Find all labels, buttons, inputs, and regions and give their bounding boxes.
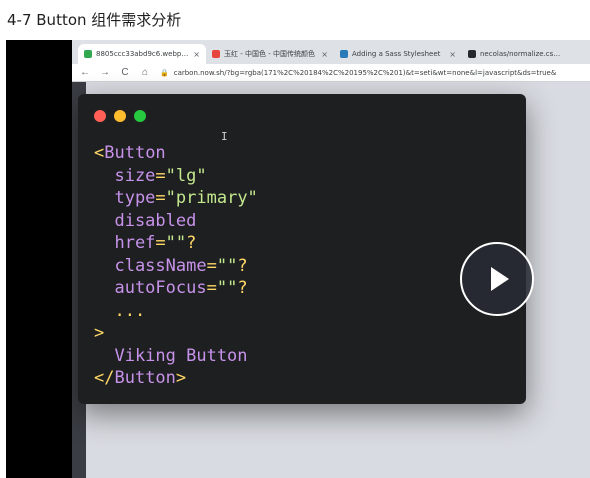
- browser-tab[interactable]: 玉红 - 中国色 - 中国传统颜色 ×: [206, 44, 334, 64]
- code-token: Viking Button: [94, 345, 248, 366]
- code-block: <Button size="lg" type="primary" disable…: [94, 142, 258, 390]
- code-line: href=""?: [94, 232, 258, 255]
- code-token: =: [155, 165, 166, 186]
- page-title: 4-7 Button 组件需求分析: [0, 0, 590, 38]
- code-token: ...: [94, 300, 146, 321]
- code-token: Button: [104, 143, 166, 163]
- back-icon[interactable]: ←: [80, 67, 90, 78]
- text-cursor-icon: I: [221, 130, 228, 143]
- home-icon[interactable]: ⌂: [140, 67, 150, 78]
- browser-toolbar: ← → C ⌂ 🔒 carbon.now.sh/?bg=rgba(171%2C%…: [72, 64, 590, 82]
- code-token: =: [155, 233, 166, 253]
- code-token: Button: [114, 368, 176, 388]
- forward-icon[interactable]: →: [100, 67, 110, 78]
- code-token: =: [155, 188, 166, 208]
- lock-icon: 🔒: [160, 68, 169, 77]
- video-player[interactable]: 8805ccc33abd9c6.webp (82…×玉红 - 中国色 - 中国传…: [6, 40, 590, 478]
- play-button[interactable]: [460, 242, 534, 316]
- address-bar[interactable]: 🔒 carbon.now.sh/?bg=rgba(171%2C%20184%2C…: [160, 69, 556, 77]
- code-token: className: [94, 255, 207, 276]
- code-token: =: [206, 278, 217, 298]
- tab-label: Adding a Sass Stylesheet: [352, 50, 441, 58]
- code-token: type: [94, 188, 156, 208]
- code-token: autoFocus: [94, 278, 207, 298]
- maximize-dot-icon: [134, 110, 146, 122]
- code-line: <Button: [94, 142, 258, 165]
- code-token: >: [175, 368, 187, 388]
- code-line: >: [94, 322, 258, 345]
- browser-tab[interactable]: 8805ccc33abd9c6.webp (82… ×: [78, 44, 206, 64]
- code-token: "": [165, 233, 187, 253]
- code-token: "primary": [165, 188, 258, 208]
- browser-tab[interactable]: Adding a Sass Stylesheet ×: [334, 44, 462, 64]
- favicon-icon: [340, 50, 348, 58]
- favicon-icon: [468, 50, 476, 58]
- minimize-dot-icon: [114, 110, 126, 122]
- code-token: disabled: [94, 210, 197, 231]
- code-line: ...: [94, 300, 258, 323]
- url-text: carbon.now.sh/?bg=rgba(171%2C%20184%2C%2…: [173, 68, 557, 77]
- code-line: className=""?: [94, 255, 258, 278]
- code-token: <: [94, 143, 105, 163]
- tab-label: necolas/normalize.cs…: [480, 50, 561, 58]
- code-token: ?: [237, 278, 248, 298]
- code-token: </: [94, 368, 115, 388]
- code-token: href: [94, 233, 156, 253]
- tab-label: 玉红 - 中国色 - 中国传统颜色: [224, 50, 315, 58]
- code-line: type="primary": [94, 187, 258, 210]
- code-line: autoFocus=""?: [94, 277, 258, 300]
- code-token: "": [216, 255, 238, 276]
- tab-label: 8805ccc33abd9c6.webp (82…: [96, 50, 189, 58]
- code-line: size="lg": [94, 165, 258, 188]
- tab-bar: 8805ccc33abd9c6.webp (82…×玉红 - 中国色 - 中国传…: [72, 40, 590, 64]
- window-controls: [94, 110, 146, 122]
- reload-icon[interactable]: C: [120, 67, 130, 78]
- close-icon[interactable]: ×: [321, 50, 328, 59]
- favicon-icon: [84, 50, 92, 58]
- code-line: </Button>: [94, 367, 258, 390]
- code-token: >: [94, 323, 105, 343]
- code-line: disabled: [94, 210, 258, 233]
- close-icon[interactable]: ×: [193, 50, 200, 59]
- code-token: =: [206, 255, 217, 276]
- code-token: ?: [237, 255, 248, 276]
- close-dot-icon: [94, 110, 106, 122]
- code-window: <Button size="lg" type="primary" disable…: [78, 94, 526, 404]
- code-line: Viking Button: [94, 345, 258, 368]
- close-icon[interactable]: ×: [449, 50, 456, 59]
- favicon-icon: [212, 50, 220, 58]
- code-token: "": [216, 278, 238, 298]
- play-icon: [490, 267, 509, 291]
- browser-tab[interactable]: necolas/normalize.cs…: [462, 44, 590, 64]
- code-token: size: [94, 165, 156, 186]
- code-token: "lg": [165, 165, 207, 186]
- code-token: ?: [186, 233, 197, 253]
